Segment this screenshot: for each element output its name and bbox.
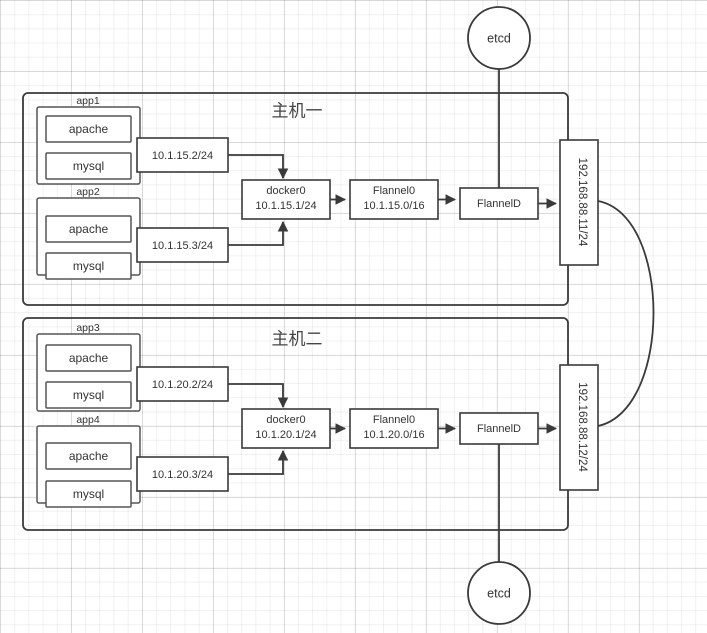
edge-host1-app1-to-docker0 [228, 154, 289, 180]
host2-app3-name: app3 [76, 322, 100, 334]
host2-app4-ip-label: 10.1.20.3/24 [152, 469, 213, 481]
host2-title: 主机二 [272, 329, 323, 348]
host1-app2-apache-label: apache [69, 222, 109, 236]
etcd-top-node[interactable]: etcd [467, 6, 531, 70]
edge-host1-app2-to-docker0 [228, 220, 289, 246]
diagram-canvas: etcd 主机一 app1 apache mysql 10.1.15.2/24 … [0, 0, 707, 633]
edge-host2-app3-to-docker0 [228, 383, 289, 409]
host1-app1-name: app1 [76, 95, 100, 107]
host2-app3-apache-label: apache [69, 351, 109, 365]
host2-app4-name: app4 [76, 414, 100, 426]
host1-docker0-name: docker0 [266, 185, 305, 197]
etcd-bottom-node[interactable]: etcd [467, 561, 531, 625]
host1-flanneld-name: FlannelD [477, 198, 521, 210]
host1-title: 主机一 [272, 101, 323, 120]
host1-app1-apache-label: apache [69, 122, 109, 136]
host2-flannel0-ip: 10.1.20.0/16 [363, 429, 424, 441]
host1-app1-ip-label: 10.1.15.2/24 [152, 150, 213, 162]
host2-flanneld-name: FlannelD [477, 423, 521, 435]
host2-nic-ip: 192.168.88.12/24 [576, 382, 588, 472]
host1-app2-ip-label: 10.1.15.3/24 [152, 240, 213, 252]
etcd-bottom-label: etcd [487, 586, 511, 600]
host2-app3-ip-label: 10.1.20.2/24 [152, 379, 213, 391]
host1-app1-mysql-label: mysql [73, 159, 104, 173]
host2-docker0-name: docker0 [266, 414, 305, 426]
host1-nic-ip: 192.168.88.11/24 [576, 158, 588, 247]
host2-docker0-ip: 10.1.20.1/24 [255, 429, 316, 441]
etcd-top-label: etcd [487, 31, 511, 45]
network-diagram: etcd 主机一 app1 apache mysql 10.1.15.2/24 … [22, 6, 655, 625]
host2-flannel0-name: Flannel0 [373, 414, 415, 426]
host1-flannel0-name: Flannel0 [373, 185, 415, 197]
host2-app3-mysql-label: mysql [73, 388, 104, 402]
host1-app2-name: app2 [76, 186, 100, 198]
host1-docker0-ip: 10.1.15.1/24 [255, 200, 316, 212]
host2-app4-mysql-label: mysql [73, 487, 104, 501]
host2-app4-apache-label: apache [69, 449, 109, 463]
edge-host1-nic-to-host2-nic [597, 200, 655, 427]
host1-flannel0-ip: 10.1.15.0/16 [363, 200, 424, 212]
edge-host2-app4-to-docker0 [228, 449, 289, 475]
host1-app2-mysql-label: mysql [73, 259, 104, 273]
